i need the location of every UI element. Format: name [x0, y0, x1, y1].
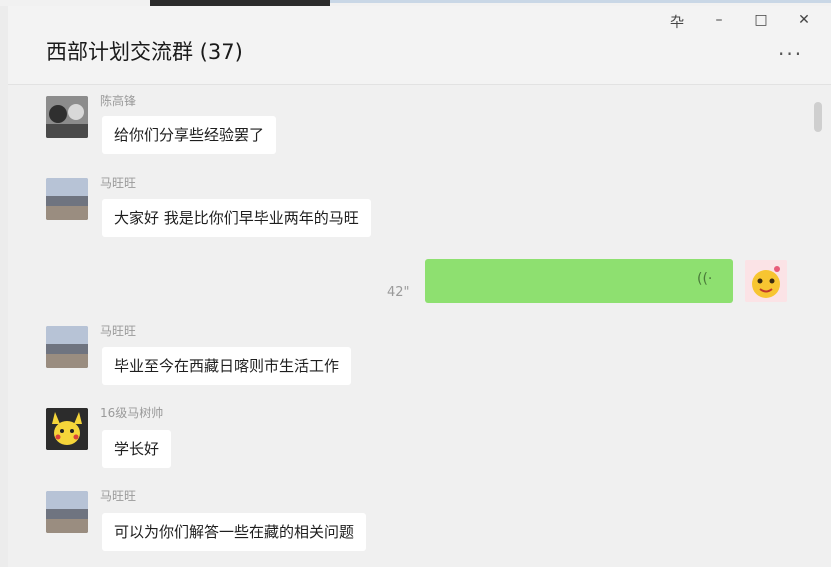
avatar-image — [46, 178, 88, 220]
sender-name: 马旺旺 — [100, 489, 137, 503]
maximize-button[interactable]: □ — [750, 12, 772, 28]
avatar-image — [46, 96, 88, 138]
sender-name: 16级马树帅 — [100, 406, 164, 420]
voice-duration: 42" — [387, 285, 410, 300]
message-bubble[interactable]: 毕业至今在西藏日喀则市生活工作 — [102, 347, 352, 385]
avatar[interactable] — [46, 178, 88, 220]
avatar-image — [46, 408, 88, 450]
background-window-edge — [330, 0, 831, 3]
sender-name: 陈高锋 — [100, 94, 137, 108]
message-bubble[interactable]: 学长好 — [102, 430, 172, 468]
title-bar: 西部计划交流群 (37) 卆 – □ ✕ ··· — [8, 6, 831, 85]
chat-window: 西部计划交流群 (37) 卆 – □ ✕ ··· 陈高锋 给你们分享些经验罢了 — [8, 6, 831, 567]
avatar-image — [46, 491, 88, 533]
emoji-avatar-image — [745, 260, 787, 302]
avatar[interactable] — [46, 96, 88, 138]
sender-name: 马旺旺 — [100, 176, 137, 190]
voice-message-bubble[interactable]: ((· — [425, 259, 733, 303]
pin-button[interactable]: 卆 — [666, 12, 688, 32]
message-bubble[interactable]: 给你们分享些经验罢了 — [102, 116, 277, 154]
avatar[interactable] — [46, 408, 88, 450]
avatar-self[interactable] — [745, 260, 787, 302]
message-list[interactable]: 陈高锋 给你们分享些经验罢了 马旺旺 大家好 我是比你们早毕业两年的马旺 42"… — [8, 85, 831, 567]
message-bubble[interactable]: 大家好 我是比你们早毕业两年的马旺 — [102, 199, 371, 237]
close-button[interactable]: ✕ — [793, 12, 815, 28]
minimize-button[interactable]: – — [708, 12, 730, 28]
avatar[interactable] — [46, 326, 88, 368]
voice-wave-icon: ((· — [697, 271, 713, 287]
message-bubble[interactable]: 可以为你们解答一些在藏的相关问题 — [102, 513, 367, 551]
sender-name: 马旺旺 — [100, 324, 137, 338]
avatar-image — [46, 326, 88, 368]
avatar[interactable] — [46, 491, 88, 533]
group-title: 西部计划交流群 (37) — [46, 40, 243, 64]
scrollbar-thumb[interactable] — [814, 102, 822, 132]
more-options-button[interactable]: ··· — [778, 42, 803, 66]
